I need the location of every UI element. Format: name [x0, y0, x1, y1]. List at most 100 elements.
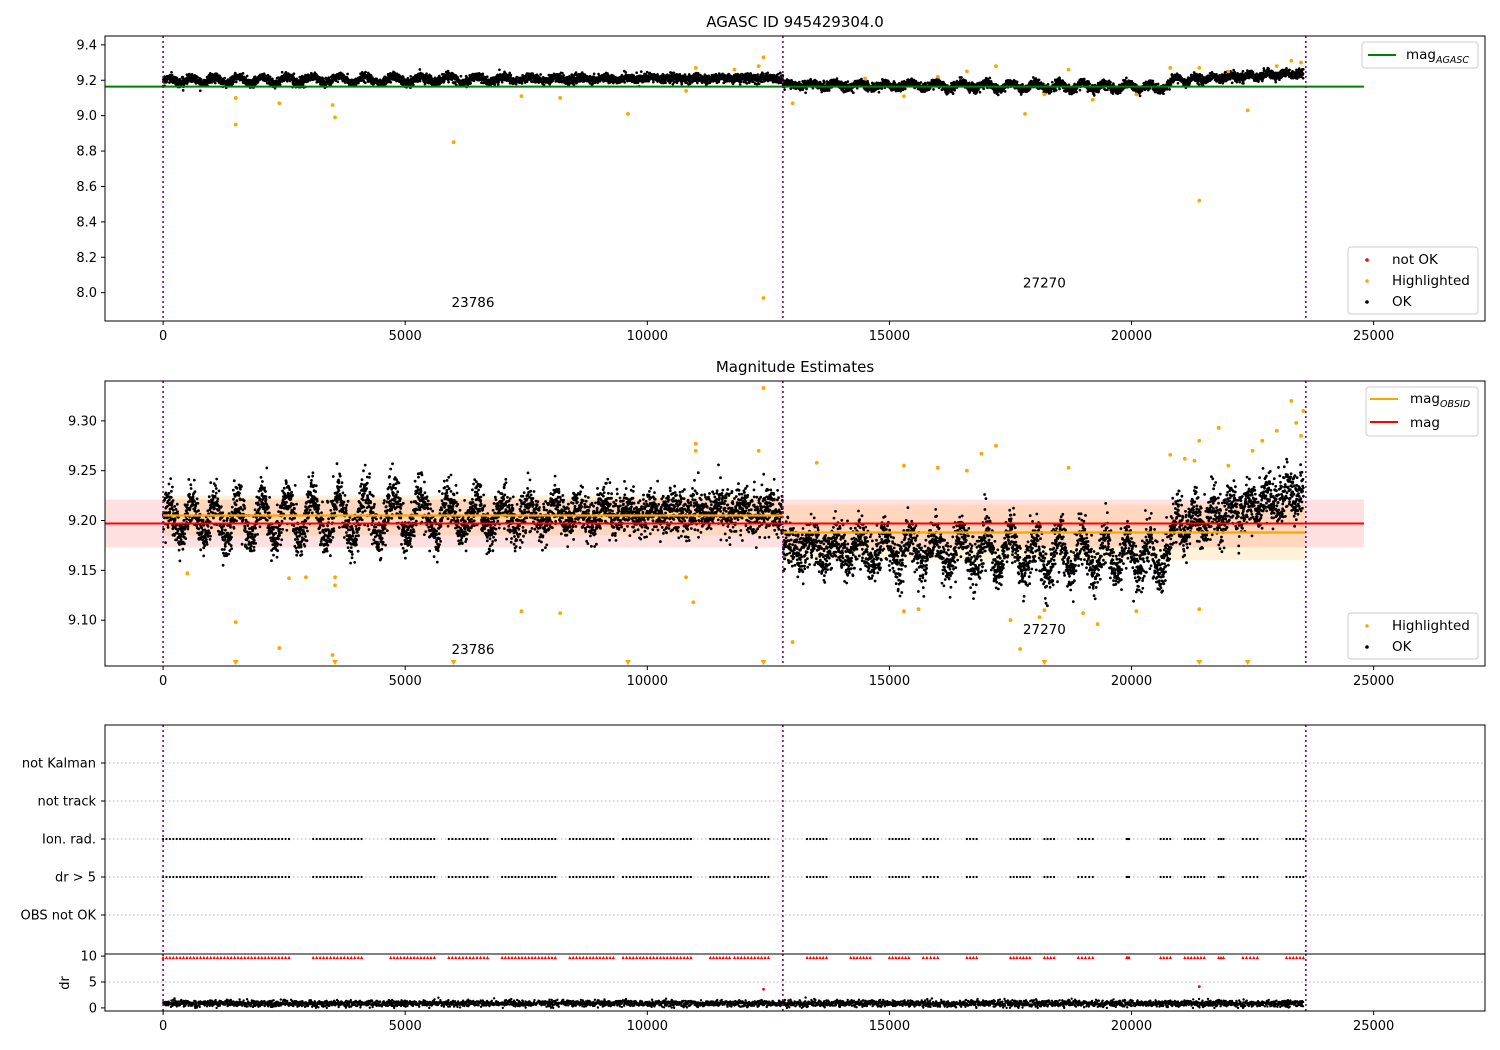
magnitude-annotation-obsid-1: 23786: [452, 642, 495, 658]
highlighted-point: [1066, 67, 1071, 72]
highlighted-point: [761, 386, 766, 390]
dr-axis-label: dr: [58, 976, 73, 990]
highlighted-point: [233, 122, 238, 127]
y-tick-label: 10: [80, 950, 97, 965]
legend-label-not-ok: not OK: [1392, 252, 1439, 268]
highlighted-point: [1134, 609, 1139, 614]
y-tick-label: 0: [89, 1001, 97, 1016]
flag-marks: [162, 837, 1305, 879]
x-tick-label: 5000: [389, 1019, 422, 1034]
highlighted-point: [1037, 615, 1042, 620]
x-tick-label: 0: [159, 1019, 167, 1034]
highlighted-point: [790, 101, 795, 106]
highlighted-point: [1226, 69, 1231, 74]
highlighted-point: [1095, 622, 1100, 627]
legend-marker-highlighted-2: [1365, 624, 1369, 628]
highlighted-point: [1192, 458, 1197, 463]
highlighted-point: [1299, 60, 1303, 65]
highlighted-point: [935, 74, 940, 79]
highlighted-clipped-marker: [1196, 660, 1203, 665]
highlighted-point: [1008, 618, 1013, 623]
highlighted-point: [935, 465, 940, 470]
highlighted-point: [1294, 420, 1299, 425]
dr-points: [162, 996, 1305, 1010]
highlighted-point: [277, 101, 282, 106]
highlighted-point: [761, 55, 766, 60]
chart-figure: AGASC ID 945429304.0 0 5000 10000 15000 2000…: [21, 13, 1486, 1034]
highlighted-point: [691, 600, 696, 605]
dr-outlier-point: [762, 987, 765, 991]
agasc-panel-title: AGASC ID 945429304.0: [706, 13, 884, 31]
highlighted-point: [519, 609, 524, 614]
x-tick-label: 25000: [1353, 1019, 1394, 1034]
ok-points: [161, 66, 1305, 98]
highlighted-point: [451, 140, 456, 145]
y-tick-label: 8.4: [76, 215, 97, 230]
legend-marker-ok: [1365, 300, 1369, 304]
legend-label-highlighted: Highlighted: [1392, 273, 1470, 289]
x-tick-label: 10000: [627, 674, 668, 689]
x-tick-label: 25000: [1353, 674, 1394, 689]
highlighted-point: [756, 448, 761, 453]
agasc-panel: AGASC ID 945429304.0 0 5000 10000 15000 2000…: [76, 13, 1486, 344]
highlighted-point: [626, 111, 630, 116]
x-tick-label: 25000: [1353, 329, 1394, 344]
dr-panel: 0 5000 10000 15000 20000 25000 0 5 10 dr: [58, 950, 1486, 1034]
highlighted-point: [1168, 452, 1173, 457]
legend-label-mag: mag: [1410, 415, 1440, 431]
x-tick-label: 0: [159, 329, 167, 344]
highlighted-point: [330, 103, 335, 107]
highlighted-clipped-marker: [1041, 660, 1048, 665]
highlighted-point: [558, 611, 563, 616]
highlighted-point: [902, 609, 906, 614]
highlighted-clipped-marker: [760, 660, 767, 665]
highlighted-point: [790, 640, 795, 644]
x-tick-label: 0: [159, 674, 167, 689]
x-tick-label: 10000: [627, 329, 668, 344]
highlighted-point: [287, 576, 291, 581]
x-tick-label: 15000: [869, 1019, 910, 1034]
flags-panel-frame: [104, 724, 1486, 955]
x-tick-label: 15000: [869, 674, 910, 689]
highlighted-point: [333, 583, 337, 588]
agasc-legend-upper: magAGASC: [1361, 41, 1479, 69]
highlighted-point: [1289, 58, 1294, 63]
highlighted-point: [732, 67, 737, 72]
x-tick-label: 15000: [869, 329, 910, 344]
y-tick-label: 9.0: [76, 109, 97, 124]
y-tick-label: 8.0: [76, 286, 97, 301]
highlighted-point: [1274, 428, 1279, 433]
highlighted-point: [814, 460, 819, 465]
y-tick-label: 8.6: [76, 180, 97, 195]
highlighted-clipped-marker: [232, 660, 239, 665]
legend-label-ok-2: OK: [1392, 639, 1413, 655]
highlighted-point: [693, 448, 698, 453]
highlighted-point: [761, 296, 766, 300]
highlighted-point: [994, 64, 998, 68]
x-tick-label: 10000: [627, 1019, 668, 1034]
highlighted-point: [1182, 456, 1187, 461]
highlighted-point: [1197, 438, 1202, 443]
highlighted-point: [330, 653, 335, 657]
highlighted-point: [1274, 64, 1279, 68]
highlighted-point: [863, 76, 868, 81]
magnitude-legend-lower: Highlighted OK: [1347, 612, 1479, 660]
highlighted-point: [558, 96, 563, 100]
highlighted-point: [1023, 111, 1027, 116]
highlighted-point: [964, 69, 969, 74]
y-tick-label: 9.2: [76, 74, 97, 89]
highlighted-point: [1018, 647, 1023, 651]
highlighted-clipped-marker: [332, 660, 338, 665]
highlighted-point: [1134, 92, 1139, 97]
highlighted-point: [684, 575, 688, 580]
dr-clipped-markers: [161, 955, 1305, 960]
legend-label-highlighted-2: Highlighted: [1392, 618, 1470, 634]
highlighted-point: [1197, 65, 1202, 70]
y-tick-label: 9.15: [68, 564, 97, 579]
highlighted-point: [1250, 448, 1255, 453]
highlighted-point: [233, 620, 238, 625]
dr-outlier-point: [1197, 985, 1201, 989]
highlighted-point: [1066, 465, 1071, 470]
magnitude-legend-upper: magOBSID mag: [1365, 386, 1479, 437]
highlighted-point: [277, 646, 282, 650]
